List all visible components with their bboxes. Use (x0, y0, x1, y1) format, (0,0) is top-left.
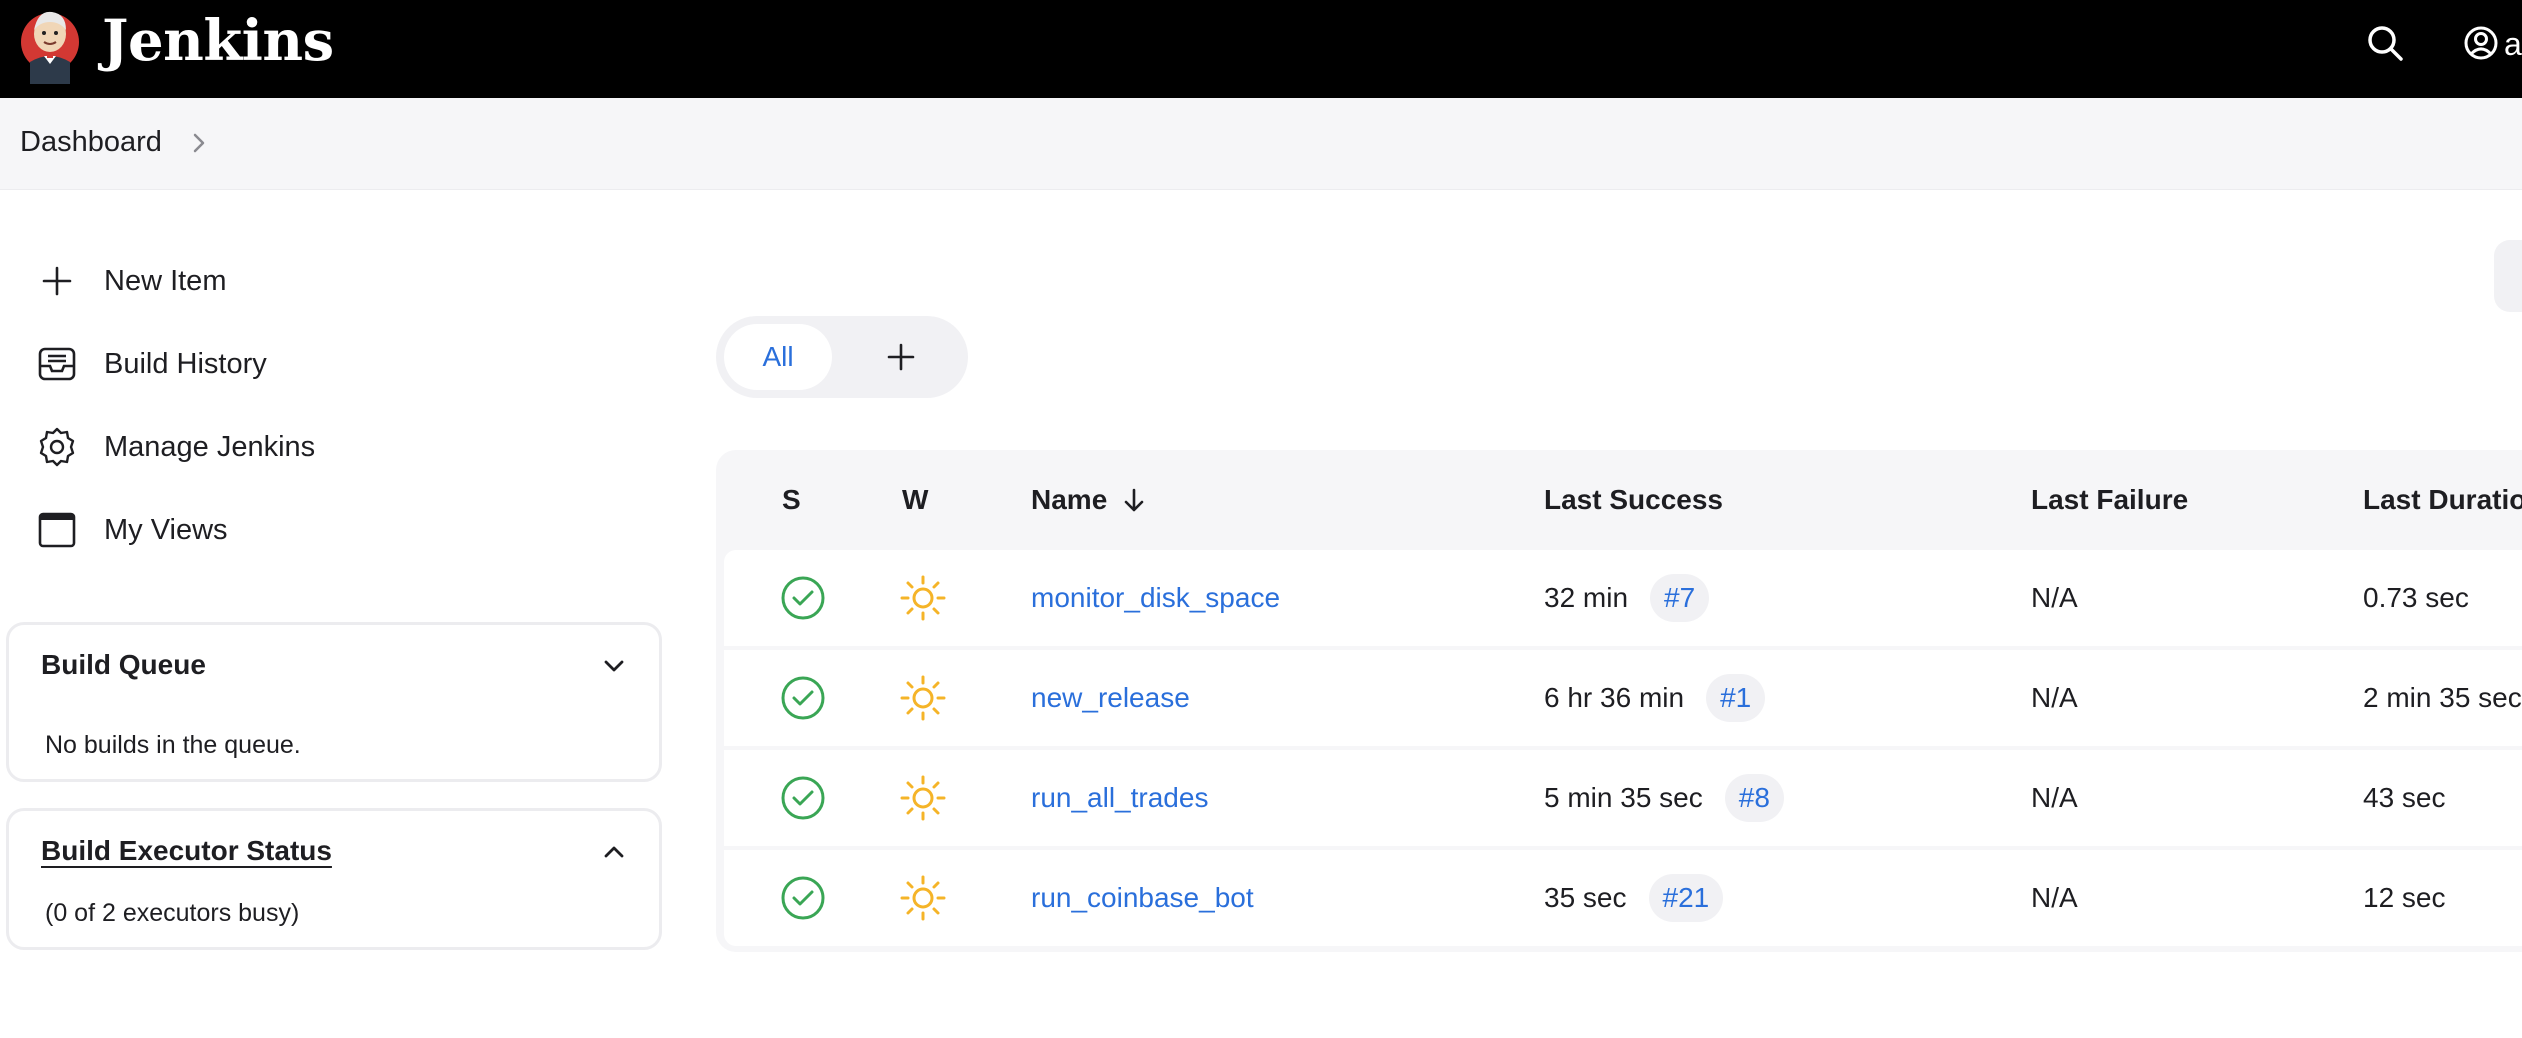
last-success-text: 32 min (1544, 582, 1629, 613)
breadcrumb-dashboard[interactable]: Dashboard (20, 126, 162, 159)
task-manage-jenkins[interactable]: Manage Jenkins (36, 422, 596, 472)
last-duration-cell: 12 sec (2363, 882, 2446, 913)
inbox-tray-icon (36, 343, 78, 385)
job-name-link[interactable]: monitor_disk_space (1031, 550, 1280, 646)
table-row: new_release 6 hr 36 min #1 N/A 2 min 35 … (724, 650, 2522, 746)
last-failure-cell: N/A (2031, 882, 2078, 913)
sunny-weather-icon[interactable] (900, 750, 946, 846)
last-duration-cell: 2 min 35 sec (2363, 682, 2522, 713)
build-number-link[interactable]: #21 (1648, 874, 1724, 922)
success-check-icon[interactable] (780, 750, 826, 846)
last-success-cell: 5 min 35 sec #8 (1544, 750, 1784, 846)
search-icon (2368, 26, 2403, 61)
last-duration-cell: 43 sec (2363, 782, 2446, 813)
task-my-views[interactable]: My Views (36, 505, 596, 555)
arrow-down-icon (1124, 488, 1144, 512)
last-success-cell: 32 min #7 (1544, 550, 1710, 646)
executor-status-text: (0 of 2 executors busy) (45, 899, 300, 927)
job-name-link[interactable]: run_all_trades (1031, 750, 1208, 846)
last-success-text: 35 sec (1544, 882, 1627, 913)
success-check-icon[interactable] (780, 550, 826, 646)
column-header-last-success[interactable]: Last Success (1544, 484, 1723, 516)
last-success-text: 5 min 35 sec (1544, 782, 1703, 813)
last-failure-cell: N/A (2031, 582, 2078, 613)
task-label: New Item (104, 264, 227, 297)
column-header-name-label: Name (1031, 484, 1108, 515)
build-number-link[interactable]: #7 (1650, 574, 1710, 622)
task-label: My Views (104, 513, 228, 546)
executor-status-title[interactable]: Build Executor Status (41, 835, 332, 867)
chevron-right-icon[interactable] (190, 128, 208, 158)
executor-status-panel: Build Executor Status (0 of 2 executors … (6, 808, 662, 950)
column-header-last-failure[interactable]: Last Failure (2031, 484, 2188, 516)
plus-icon (36, 260, 78, 302)
column-header-weather[interactable]: W (902, 484, 928, 516)
build-queue-panel: Build Queue No builds in the queue. (6, 622, 662, 782)
column-header-status[interactable]: S (782, 484, 801, 516)
chevron-up-icon[interactable] (599, 837, 629, 867)
success-check-icon[interactable] (780, 850, 826, 946)
success-check-icon[interactable] (780, 650, 826, 746)
sunny-weather-icon[interactable] (900, 850, 946, 946)
last-success-cell: 6 hr 36 min #1 (1544, 650, 1766, 746)
search-button[interactable] (2364, 22, 2406, 64)
breadcrumb: Dashboard (0, 98, 2522, 190)
view-tabs: All (716, 316, 968, 398)
build-number-link[interactable]: #1 (1706, 674, 1766, 722)
last-failure-cell: N/A (2031, 782, 2078, 813)
top-bar: Jenkins a (0, 0, 2522, 98)
last-duration-cell: 0.73 sec (2363, 582, 2469, 613)
last-success-cell: 35 sec #21 (1544, 850, 1724, 946)
column-header-last-duration[interactable]: Last Duration (2363, 484, 2522, 516)
jenkins-logo-icon[interactable] (20, 0, 80, 84)
user-circle-icon (2464, 26, 2498, 60)
plus-icon (887, 343, 915, 371)
chevron-down-icon[interactable] (599, 651, 629, 681)
sunny-weather-icon[interactable] (900, 550, 946, 646)
task-build-history[interactable]: Build History (36, 339, 596, 389)
brand-title[interactable]: Jenkins (102, 6, 334, 76)
last-failure-cell: N/A (2031, 682, 2078, 713)
add-view-button[interactable] (876, 332, 926, 382)
build-queue-empty-text: No builds in the queue. (45, 731, 301, 759)
job-name-link[interactable]: run_coinbase_bot (1031, 850, 1254, 946)
last-success-text: 6 hr 36 min (1544, 682, 1685, 713)
user-name: a (2504, 26, 2522, 62)
table-row: run_all_trades 5 min 35 sec #8 N/A 43 se… (724, 750, 2522, 846)
build-number-link[interactable]: #8 (1724, 774, 1784, 822)
job-name-link[interactable]: new_release (1031, 650, 1190, 746)
user-menu[interactable]: a (2462, 22, 2522, 64)
jobs-table: S W Name Last Success Last Failure Last … (716, 450, 2522, 952)
window-icon (36, 509, 78, 551)
tab-all[interactable]: All (724, 324, 832, 390)
table-row: monitor_disk_space 32 min #7 N/A 0.73 se… (724, 550, 2522, 646)
table-row: run_coinbase_bot 35 sec #21 N/A 12 sec (724, 850, 2522, 946)
task-label: Build History (104, 347, 267, 380)
gear-icon (36, 426, 78, 468)
task-label: Manage Jenkins (104, 430, 316, 463)
column-header-name[interactable]: Name (1031, 484, 1147, 516)
edit-description-button[interactable] (2494, 240, 2522, 312)
task-new-item[interactable]: New Item (36, 256, 596, 306)
build-queue-title[interactable]: Build Queue (41, 649, 206, 681)
sunny-weather-icon[interactable] (900, 650, 946, 746)
